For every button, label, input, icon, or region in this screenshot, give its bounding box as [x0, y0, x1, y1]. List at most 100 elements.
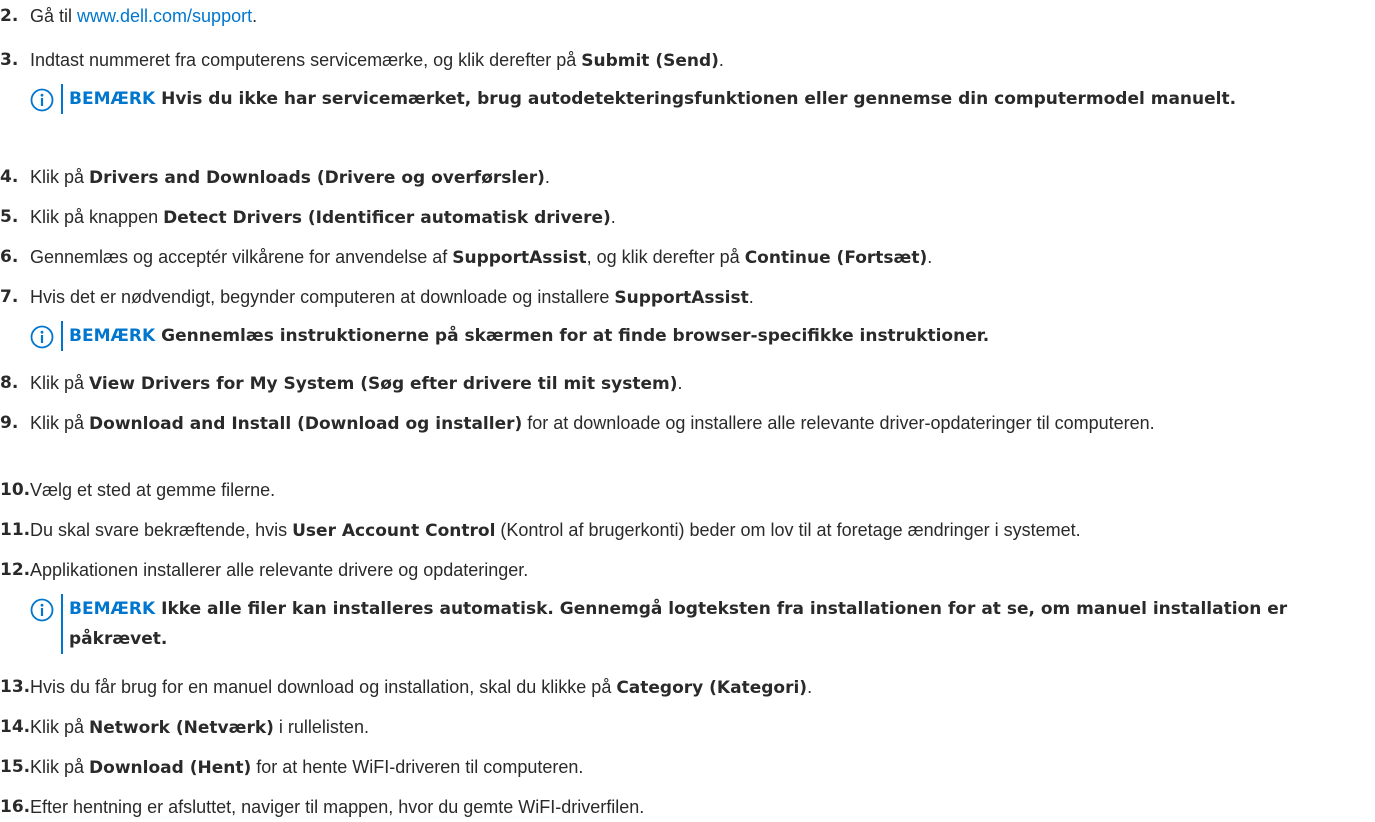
step-text: Applikationen installerer alle relevante… [30, 557, 1360, 583]
note-text: Ikke alle filer kan installeres automati… [69, 599, 1288, 649]
step-9: 9. Klik på Download and Install (Downloa… [0, 410, 1360, 437]
text-run: for at hente WiFI-driveren til computere… [251, 757, 584, 777]
step-text: Indtast nummeret fra computerens service… [30, 47, 1360, 74]
text-run: . [677, 373, 683, 393]
step-14: 14. Klik på Network (Netværk) i rullelis… [0, 714, 1360, 741]
step-text: Klik på Download (Hent) for at hente WiF… [30, 754, 1360, 781]
text-run: . [807, 677, 813, 697]
info-circle-icon [30, 598, 54, 622]
step-number: 10. [0, 480, 31, 500]
ui-term: Category (Kategori) [616, 678, 808, 698]
ui-term: Submit (Send) [581, 51, 719, 71]
ui-term: Detect Drivers (Identificer automatisk d… [163, 208, 611, 228]
ui-term: SupportAssist [452, 248, 587, 268]
text-run: Hvis det er nødvendigt, begynder compute… [30, 287, 615, 307]
step-text: Gennemlæs og acceptér vilkårene for anve… [30, 244, 1360, 271]
step-number: 7. [0, 287, 19, 307]
step-number: 11. [0, 520, 31, 540]
text-run: . [544, 167, 550, 187]
ui-term: View Drivers for My System (Søg efter dr… [89, 374, 678, 394]
step-text: Gå til www.dell.com/support. [30, 3, 1360, 29]
ui-term: Download and Install (Download og instal… [89, 414, 523, 434]
step-8: 8. Klik på View Drivers for My System (S… [0, 370, 1360, 397]
step-text: Du skal svare bekræftende, hvis User Acc… [30, 517, 1360, 544]
text-run: Klik på [30, 413, 90, 433]
note-label: BEMÆRK [69, 89, 156, 109]
step-number: 12. [0, 560, 31, 580]
step-7: 7. Hvis det er nødvendigt, begynder comp… [0, 284, 1360, 311]
text-run: Klik på [30, 717, 90, 737]
text-run: Klik på knappen [30, 207, 164, 227]
step-10: 10. Vælg et sted at gemme filerne. [0, 477, 1360, 503]
text-run: . [610, 207, 616, 227]
step-number: 8. [0, 373, 19, 393]
step-number: 13. [0, 677, 31, 697]
info-circle-icon [30, 88, 54, 112]
step-12: 12. Applikationen installerer alle relev… [0, 557, 1360, 583]
info-circle-icon [30, 325, 54, 349]
text-run: Applikationen installerer alle relevante… [30, 560, 529, 580]
note-body: BEMÆRK Gennemlæs instruktionerne på skær… [61, 321, 989, 351]
ui-term: User Account Control [292, 521, 496, 541]
ui-term: SupportAssist [614, 288, 749, 308]
ui-term: Drivers and Downloads (Drivere og overfø… [89, 168, 545, 188]
text-run: . [718, 50, 724, 70]
text-run: Vælg et sted at gemme filerne. [30, 480, 276, 500]
step-text: Vælg et sted at gemme filerne. [30, 477, 1360, 503]
note-text: Hvis du ikke har servicemærket, brug aut… [161, 89, 1237, 109]
step-number: 16. [0, 797, 31, 817]
text-run: Klik på [30, 373, 90, 393]
step-11: 11. Du skal svare bekræftende, hvis User… [0, 517, 1360, 544]
step-15: 15. Klik på Download (Hent) for at hente… [0, 754, 1360, 781]
note-browser-instructions: BEMÆRK Gennemlæs instruktionerne på skær… [30, 321, 1350, 351]
text-run: Klik på [30, 167, 90, 187]
step-3: 3. Indtast nummeret fra computerens serv… [0, 47, 1360, 74]
step-2: 2. Gå til www.dell.com/support. [0, 3, 1360, 29]
support-link[interactable]: www.dell.com/support [77, 6, 252, 26]
step-text: Efter hentning er afsluttet, naviger til… [30, 794, 1360, 820]
step-text: Klik på Network (Netværk) i rullelisten. [30, 714, 1360, 741]
step-16: 16. Efter hentning er afsluttet, naviger… [0, 794, 1360, 820]
step-text: Hvis du får brug for en manuel download … [30, 674, 1360, 701]
note-body: BEMÆRK Hvis du ikke har servicemærket, b… [61, 84, 1236, 114]
ui-term: Download (Hent) [89, 758, 252, 778]
text-run: Efter hentning er afsluttet, naviger til… [30, 797, 645, 817]
step-text: Klik på knappen Detect Drivers (Identifi… [30, 204, 1360, 231]
step-13: 13. Hvis du får brug for en manuel downl… [0, 674, 1360, 701]
text-run: . [252, 6, 258, 26]
text-run: Indtast nummeret fra computerens service… [30, 50, 582, 70]
ui-term: Network (Netværk) [89, 718, 274, 738]
step-text: Klik på View Drivers for My System (Søg … [30, 370, 1360, 397]
text-run: i rullelisten. [273, 717, 369, 737]
text-run: Hvis du får brug for en manuel download … [30, 677, 617, 697]
note-manual-installation: BEMÆRK Ikke alle filer kan installeres a… [30, 594, 1350, 654]
note-text: Gennemlæs instruktionerne på skærmen for… [161, 326, 990, 346]
step-number: 5. [0, 207, 19, 227]
step-text: Klik på Drivers and Downloads (Drivere o… [30, 164, 1360, 191]
step-text: Hvis det er nødvendigt, begynder compute… [30, 284, 1360, 311]
text-run: (Kontrol af brugerkonti) beder om lov ti… [495, 520, 1081, 540]
step-5: 5. Klik på knappen Detect Drivers (Ident… [0, 204, 1360, 231]
text-run: , og klik derefter på [586, 247, 745, 267]
text-run: Klik på [30, 757, 90, 777]
text-run: for at downloade og installere alle rele… [522, 413, 1155, 433]
text-run: . [748, 287, 754, 307]
ui-term: Continue (Fortsæt) [744, 248, 928, 268]
note-label: BEMÆRK [69, 599, 156, 619]
step-number: 6. [0, 247, 19, 267]
document-page: 2. Gå til www.dell.com/support. 3. Indta… [0, 0, 1375, 822]
note-service-tag: BEMÆRK Hvis du ikke har servicemærket, b… [30, 84, 1350, 114]
step-number: 4. [0, 167, 19, 187]
step-number: 14. [0, 717, 31, 737]
step-number: 15. [0, 757, 31, 777]
step-number: 3. [0, 50, 19, 70]
text-run: Du skal svare bekræftende, hvis [30, 520, 293, 540]
note-body: BEMÆRK Ikke alle filer kan installeres a… [61, 594, 1350, 654]
note-label: BEMÆRK [69, 326, 156, 346]
step-number: 9. [0, 413, 19, 433]
step-text: Klik på Download and Install (Download o… [30, 410, 1360, 437]
step-4: 4. Klik på Drivers and Downloads (Driver… [0, 164, 1360, 191]
text-run: . [927, 247, 933, 267]
text-run: Gennemlæs og acceptér vilkårene for anve… [30, 247, 453, 267]
step-6: 6. Gennemlæs og acceptér vilkårene for a… [0, 244, 1360, 271]
